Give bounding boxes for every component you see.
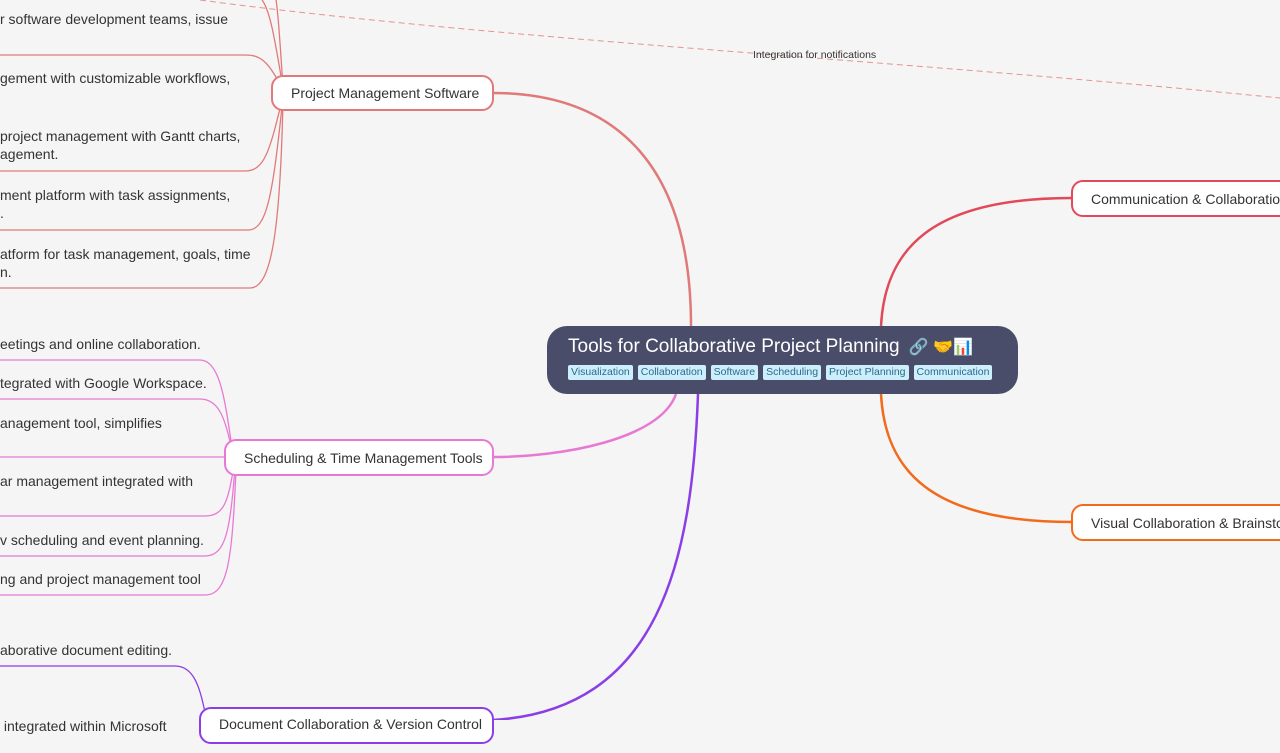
link-root-document <box>492 393 700 720</box>
leaf-pm-1[interactable]: r software development teams, issue <box>0 10 228 28</box>
leaf-doc-1[interactable]: aborative document editing. <box>0 641 172 659</box>
tag[interactable]: Scheduling <box>763 365 822 380</box>
link-root-communication <box>879 196 1073 327</box>
leaf-text: tegrated with Google Workspace. <box>0 375 207 391</box>
branch-label: Document Collaboration & Version Control <box>219 716 483 732</box>
root-title: Tools for Collaborative Project Planning… <box>568 334 998 361</box>
tag[interactable]: Visualization <box>568 365 633 380</box>
root-title-text: Tools for Collaborative Project Planning <box>568 336 900 357</box>
link-root-scheduling <box>492 393 678 459</box>
leaf-text: aborative document editing. <box>0 642 172 658</box>
branch-label: Project Management Software <box>291 85 480 101</box>
tag[interactable]: Collaboration <box>637 365 706 380</box>
branch-scheduling[interactable]: Scheduling & Time Management Tools <box>224 439 494 476</box>
branch-communication[interactable]: Communication & Collaboration <box>1071 180 1280 217</box>
tag[interactable]: Communication <box>913 365 993 380</box>
leaf-sched-2[interactable]: tegrated with Google Workspace. <box>0 374 207 392</box>
leaf-text: ar management integrated with <box>0 473 193 489</box>
leaf-text: . <box>0 205 4 221</box>
branch-visual-collaboration[interactable]: Visual Collaboration & Brainstorming <box>1071 504 1280 541</box>
link-root-visual <box>879 393 1073 524</box>
tag[interactable]: Project Planning <box>826 365 909 380</box>
leaf-text: eetings and online collaboration. <box>0 336 201 352</box>
branch-label: Scheduling & Time Management Tools <box>244 449 483 466</box>
leaf-text: n. <box>0 264 12 280</box>
cross-link-label: Integration for notifications <box>753 49 877 61</box>
link-handshake-chart-icons: 🔗 🤝📊 <box>908 339 974 356</box>
leaf-pm-4[interactable]: ment platform with task assignments, . <box>0 186 230 222</box>
leaf-pm-2[interactable]: gement with customizable workflows, <box>0 69 230 87</box>
leaf-sched-4[interactable]: ar management integrated with <box>0 472 193 490</box>
leaf-text: r software development teams, issue <box>0 11 228 27</box>
leaf-text: atform for task management, goals, time <box>0 246 251 262</box>
leaf-sched-1[interactable]: eetings and online collaboration. <box>0 335 201 353</box>
leaf-text: ment platform with task assignments, <box>0 187 231 203</box>
leaf-pm-5[interactable]: atform for task management, goals, time … <box>0 245 251 281</box>
branch-document-collaboration[interactable]: Document Collaboration & Version Control <box>199 707 494 744</box>
root-tags: Visualization Collaboration Software Sch… <box>568 365 998 380</box>
branch-project-management[interactable]: Project Management Software <box>271 75 494 111</box>
leaf-doc-2[interactable]: integrated within Microsoft <box>0 681 167 753</box>
leaf-text: anagement tool, simplifies <box>0 415 162 431</box>
link-root-project-management <box>492 91 693 327</box>
branch-label: Visual Collaboration & Brainstorming <box>1091 514 1280 531</box>
leaf-text: v scheduling and event planning. <box>0 532 204 548</box>
leaf-text: project management with Gantt charts, <box>0 128 241 144</box>
leaf-pm-3[interactable]: project management with Gantt charts, ag… <box>0 127 240 163</box>
leaf-text: ng and project management tool <box>0 571 201 587</box>
leaf-text: gement with customizable workflows, <box>0 70 231 86</box>
leaf-text: agement. <box>0 146 59 162</box>
leaf-sched-5[interactable]: v scheduling and event planning. <box>0 531 204 549</box>
leaf-sched-3[interactable]: anagement tool, simplifies <box>0 414 162 432</box>
root-node[interactable]: Tools for Collaborative Project Planning… <box>547 326 1018 394</box>
branch-label: Communication & Collaboration <box>1091 190 1280 207</box>
tag[interactable]: Software <box>710 365 759 380</box>
leaf-sched-6[interactable]: ng and project management tool <box>0 570 201 588</box>
